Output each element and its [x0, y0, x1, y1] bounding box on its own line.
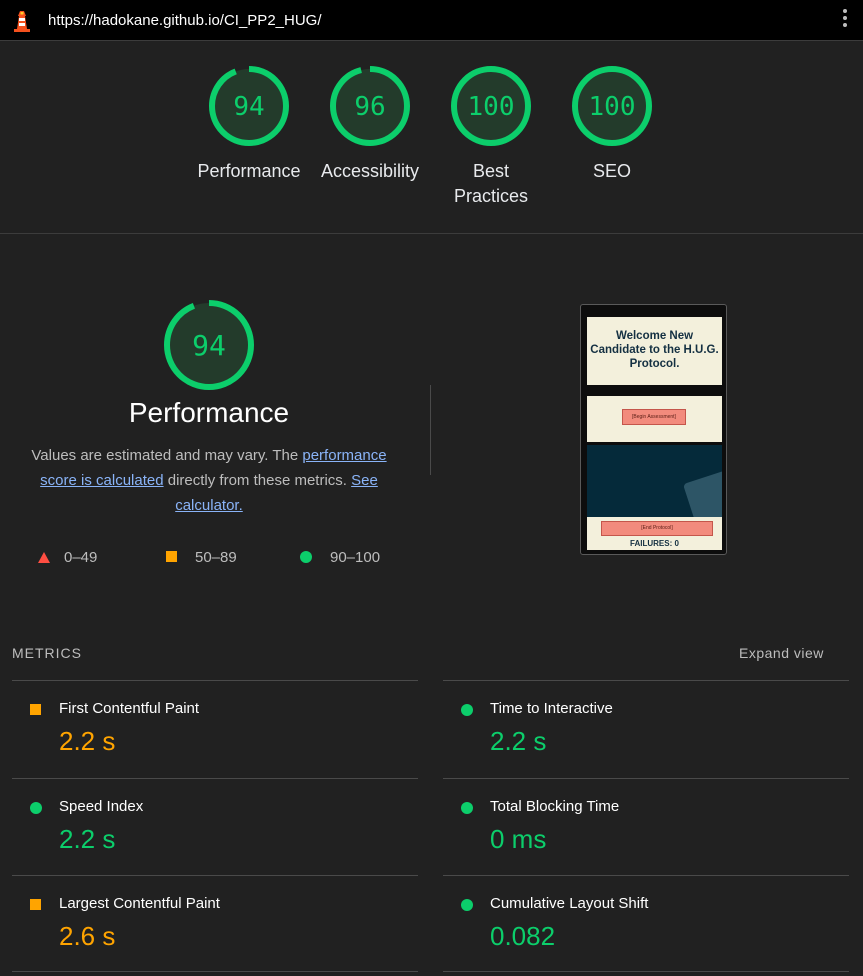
metric-total-blocking-time: Total Blocking Time 0 ms — [443, 778, 849, 875]
metric-value: 2.2 s — [59, 726, 116, 756]
performance-description: Values are estimated and may vary. The p… — [31, 447, 387, 514]
screenshot-card: [Begin Assessment] — [587, 396, 722, 442]
divider — [443, 971, 849, 972]
screenshot-footer: [End Protocol] FAILURES: 0 — [587, 517, 722, 550]
gauge-ring: 100 — [572, 66, 652, 146]
metric-value: 2.2 s — [59, 824, 116, 854]
screenshot-heading: Welcome New Candidate to the H.U.G. Prot… — [587, 317, 722, 385]
metric-label: Time to Interactive — [490, 700, 613, 717]
page-url[interactable]: https://hadokane.github.io/CI_PP2_HUG/ — [48, 12, 322, 29]
gauge-label: Best Practices — [453, 161, 529, 206]
gauge-best-practices[interactable]: 100 Best Practices — [431, 65, 551, 209]
performance-summary: 94 Performance Values are estimated and … — [18, 299, 400, 518]
expand-view-toggle[interactable]: Expand view — [739, 645, 824, 661]
metric-label: Speed Index — [59, 798, 144, 815]
legend-average: 50–89 — [166, 549, 237, 566]
triangle-icon — [38, 552, 50, 563]
gauge-seo[interactable]: 100 SEO — [552, 65, 672, 184]
metric-time-to-interactive: Time to Interactive 2.2 s — [443, 680, 849, 777]
legend-fail: 0–49 — [38, 549, 97, 566]
lighthouse-icon[interactable] — [12, 9, 32, 33]
legend-pass: 90–100 — [300, 549, 380, 566]
metric-cumulative-layout-shift: Cumulative Layout Shift 0.082 — [443, 875, 849, 972]
gauge-score: 96 — [354, 92, 385, 122]
divider — [430, 385, 431, 475]
gauge-ring: 100 — [451, 66, 531, 146]
metric-label: Largest Contentful Paint — [59, 895, 220, 912]
metric-label: Total Blocking Time — [490, 798, 620, 815]
square-icon — [30, 704, 41, 715]
address-bar: https://hadokane.github.io/CI_PP2_HUG/ — [0, 0, 863, 41]
metric-value: 0.082 — [490, 921, 556, 951]
metric-speed-index: Speed Index 2.2 s — [12, 778, 418, 875]
score-gauges: 94 Performance 96 Accessibility 100 Best… — [0, 41, 863, 234]
metrics-header: METRICS — [12, 645, 82, 661]
gauge-accessibility[interactable]: 96 Accessibility — [310, 65, 430, 184]
performance-score: 94 — [192, 329, 226, 362]
circle-icon — [461, 802, 473, 814]
begin-assessment-button: [Begin Assessment] — [622, 409, 686, 425]
kebab-menu-icon[interactable] — [841, 9, 849, 31]
screenshot-game-area — [587, 445, 722, 517]
gauge-ring: 96 — [330, 66, 410, 146]
square-icon — [166, 551, 177, 562]
square-icon — [30, 899, 41, 910]
end-protocol-button: [End Protocol] — [601, 521, 713, 536]
performance-gauge: 94 — [164, 300, 254, 390]
circle-icon — [300, 551, 312, 563]
gauge-performance[interactable]: 94 Performance — [189, 65, 309, 184]
score-legend: 0–49 50–89 90–100 — [38, 549, 398, 569]
gauge-label: Accessibility — [320, 161, 420, 181]
metric-value: 2.6 s — [59, 921, 116, 951]
metric-largest-contentful-paint: Largest Contentful Paint 2.6 s — [12, 875, 418, 972]
failures-counter: FAILURES: 0 — [630, 539, 679, 548]
divider — [12, 971, 418, 972]
metric-label: First Contentful Paint — [59, 700, 200, 717]
metric-label: Cumulative Layout Shift — [490, 895, 649, 912]
circle-icon — [461, 899, 473, 911]
circle-icon — [30, 802, 42, 814]
gauge-label: Performance — [197, 161, 301, 181]
gauge-score: 94 — [233, 92, 264, 122]
gauge-score: 100 — [468, 92, 515, 122]
gauge-ring: 94 — [209, 66, 289, 146]
performance-title: Performance — [128, 397, 290, 428]
metric-first-contentful-paint: First Contentful Paint 2.2 s — [12, 680, 418, 777]
performance-section: 94 Performance Values are estimated and … — [0, 235, 863, 615]
circle-icon — [461, 704, 473, 716]
metric-value: 2.2 s — [490, 726, 547, 756]
gauge-score: 100 — [589, 92, 636, 122]
final-screenshot[interactable]: Welcome New Candidate to the H.U.G. Prot… — [580, 304, 727, 555]
metric-value: 0 ms — [490, 824, 547, 854]
gauge-label: SEO — [592, 161, 631, 181]
